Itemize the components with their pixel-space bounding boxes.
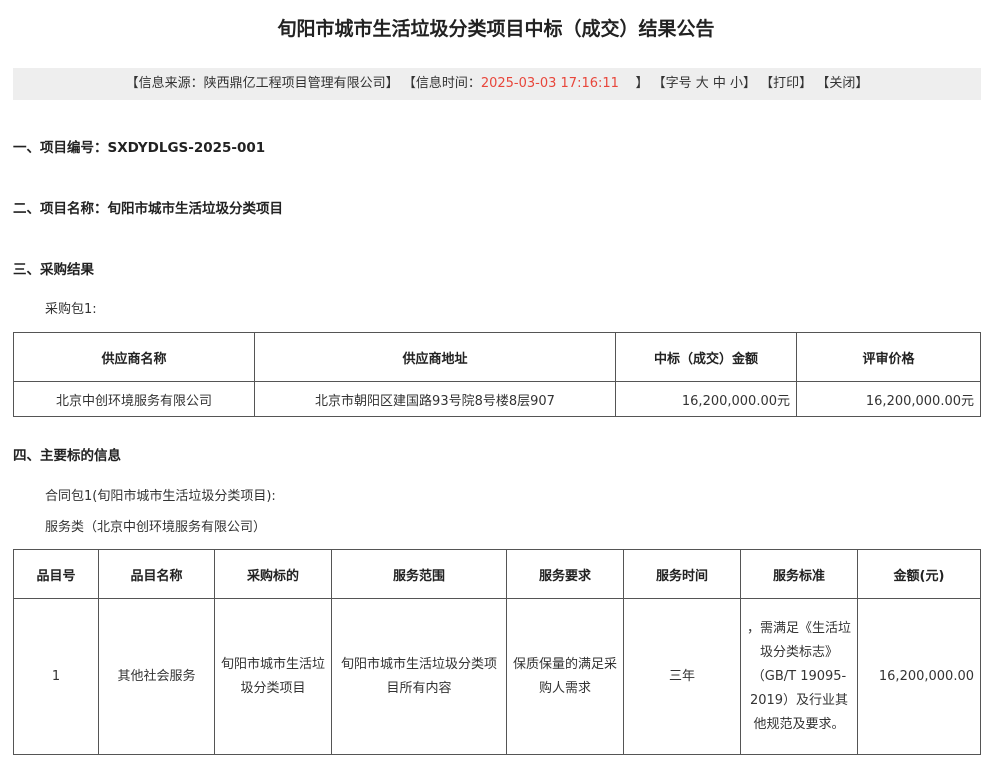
info-time-end: 】	[635, 76, 649, 91]
cell-service-time: 三年	[623, 598, 741, 755]
cell-scope: 旬阳市城市生活垃圾分类项目所有内容	[331, 598, 507, 755]
cell-supplier-address: 北京市朝阳区建国路93号院8号楼8层907	[254, 381, 616, 417]
header-requirement: 服务要求	[506, 549, 624, 599]
section-procurement-result: 三、采购结果	[13, 262, 94, 278]
cell-supplier-name: 北京中创环境服务有限公司	[13, 381, 255, 417]
info-time-label: 【信息时间：	[402, 76, 481, 91]
page-title: 旬阳市城市生活垃圾分类项目中标（成交）结果公告	[277, 18, 715, 40]
table-header-row: 供应商名称 供应商地址 中标（成交）金额 评审价格	[13, 332, 981, 382]
table-row: 北京中创环境服务有限公司 北京市朝阳区建国路93号院8号楼8层907 16,20…	[13, 381, 981, 417]
table-header-row: 品目号 品目名称 采购标的 服务范围 服务要求 服务时间 服务标准 金额(元)	[13, 549, 981, 599]
header-standard: 服务标准	[740, 549, 858, 599]
cell-standard: ，需满足《生活垃圾分类标志》（GB/T 19095-2019）及行业其他规范及要…	[740, 598, 858, 755]
cell-amount: 16,200,000.00	[857, 598, 981, 755]
package-label: 采购包1:	[45, 302, 97, 317]
table-row: 1 其他社会服务 旬阳市城市生活垃圾分类项目 旬阳市城市生活垃圾分类项目所有内容…	[13, 598, 981, 755]
info-bar: 【信息来源：陕西鼎亿工程项目管理有限公司】 【信息时间：2025-03-03 1…	[13, 68, 981, 100]
service-type-label: 服务类（北京中创环境服务有限公司）	[45, 520, 267, 535]
close-link[interactable]: 【关闭】	[816, 68, 868, 100]
header-item-no: 品目号	[13, 549, 99, 599]
header-review-price: 评审价格	[796, 332, 981, 382]
header-item-name: 品目名称	[98, 549, 215, 599]
item-table: 品目号 品目名称 采购标的 服务范围 服务要求 服务时间 服务标准 金额(元) …	[13, 549, 981, 755]
section-project-name: 二、项目名称：旬阳市城市生活垃圾分类项目	[13, 201, 283, 217]
contract-package-label: 合同包1(旬阳市城市生活垃圾分类项目):	[45, 489, 276, 504]
header-supplier-address: 供应商地址	[254, 332, 616, 382]
header-target: 采购标的	[214, 549, 332, 599]
header-service-time: 服务时间	[623, 549, 741, 599]
header-supplier-name: 供应商名称	[13, 332, 255, 382]
result-table: 供应商名称 供应商地址 中标（成交）金额 评审价格 北京中创环境服务有限公司 北…	[13, 332, 981, 417]
header-scope: 服务范围	[331, 549, 507, 599]
font-size-control[interactable]: 【字号 大 中 小】	[653, 68, 756, 100]
cell-review-price: 16,200,000.00元	[796, 381, 981, 417]
section-main-items: 四、主要标的信息	[13, 448, 121, 464]
header-bid-amount: 中标（成交）金额	[615, 332, 797, 382]
cell-requirement: 保质保量的满足采购人需求	[506, 598, 624, 755]
cell-item-name: 其他社会服务	[98, 598, 215, 755]
header-amount: 金额(元)	[857, 549, 981, 599]
cell-item-no: 1	[13, 598, 99, 755]
cell-bid-amount: 16,200,000.00元	[615, 381, 797, 417]
print-link[interactable]: 【打印】	[760, 68, 812, 100]
cell-target: 旬阳市城市生活垃圾分类项目	[214, 598, 332, 755]
info-source: 【信息来源：陕西鼎亿工程项目管理有限公司】	[125, 76, 399, 91]
info-time-value: 2025-03-03 17:16:11	[480, 76, 619, 91]
section-project-number: 一、项目编号：SXDYDLGS-2025-001	[13, 140, 266, 156]
